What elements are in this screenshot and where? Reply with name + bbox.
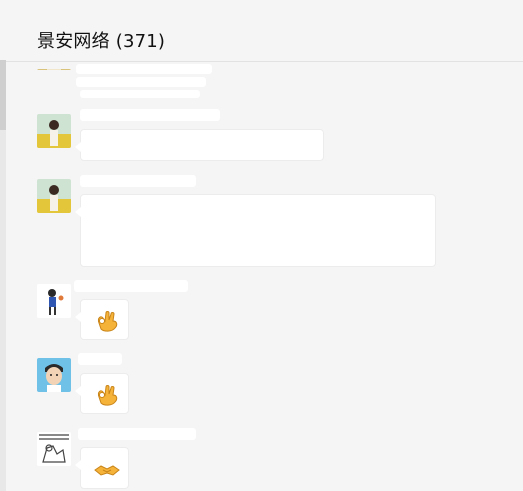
ok-hand-emoji — [98, 311, 118, 332]
chat-title[interactable]: 景安网络 (371) — [37, 27, 165, 53]
chat-window: 景安网络 (371) — [0, 0, 523, 491]
message-bubble[interactable] — [75, 129, 324, 161]
message-text-blurred — [76, 64, 212, 74]
sticker-bubble[interactable] — [75, 373, 129, 414]
message-bubble[interactable] — [75, 194, 436, 267]
sender-avatar[interactable] — [37, 432, 71, 466]
sender-name-blurred — [80, 175, 196, 187]
sender-name-blurred — [74, 280, 188, 292]
sticker-bubble[interactable] — [75, 447, 129, 489]
sender-avatar[interactable] — [37, 179, 71, 213]
sender-avatar[interactable] — [37, 62, 71, 70]
scrollbar-thumb[interactable] — [0, 60, 6, 130]
sticker-bubble[interactable] — [75, 299, 129, 340]
handshake-emoji — [94, 465, 120, 476]
sender-avatar[interactable] — [37, 114, 71, 148]
sender-avatar[interactable] — [37, 284, 71, 318]
sender-name-blurred — [78, 353, 122, 365]
sender-name-blurred — [80, 109, 220, 121]
ok-hand-emoji — [98, 385, 118, 406]
message-text-blurred — [80, 90, 200, 98]
chat-header: 景安网络 (371) — [0, 0, 523, 62]
message-text-blurred — [76, 77, 206, 87]
sender-name-blurred — [78, 428, 196, 440]
sender-avatar[interactable] — [37, 358, 71, 392]
